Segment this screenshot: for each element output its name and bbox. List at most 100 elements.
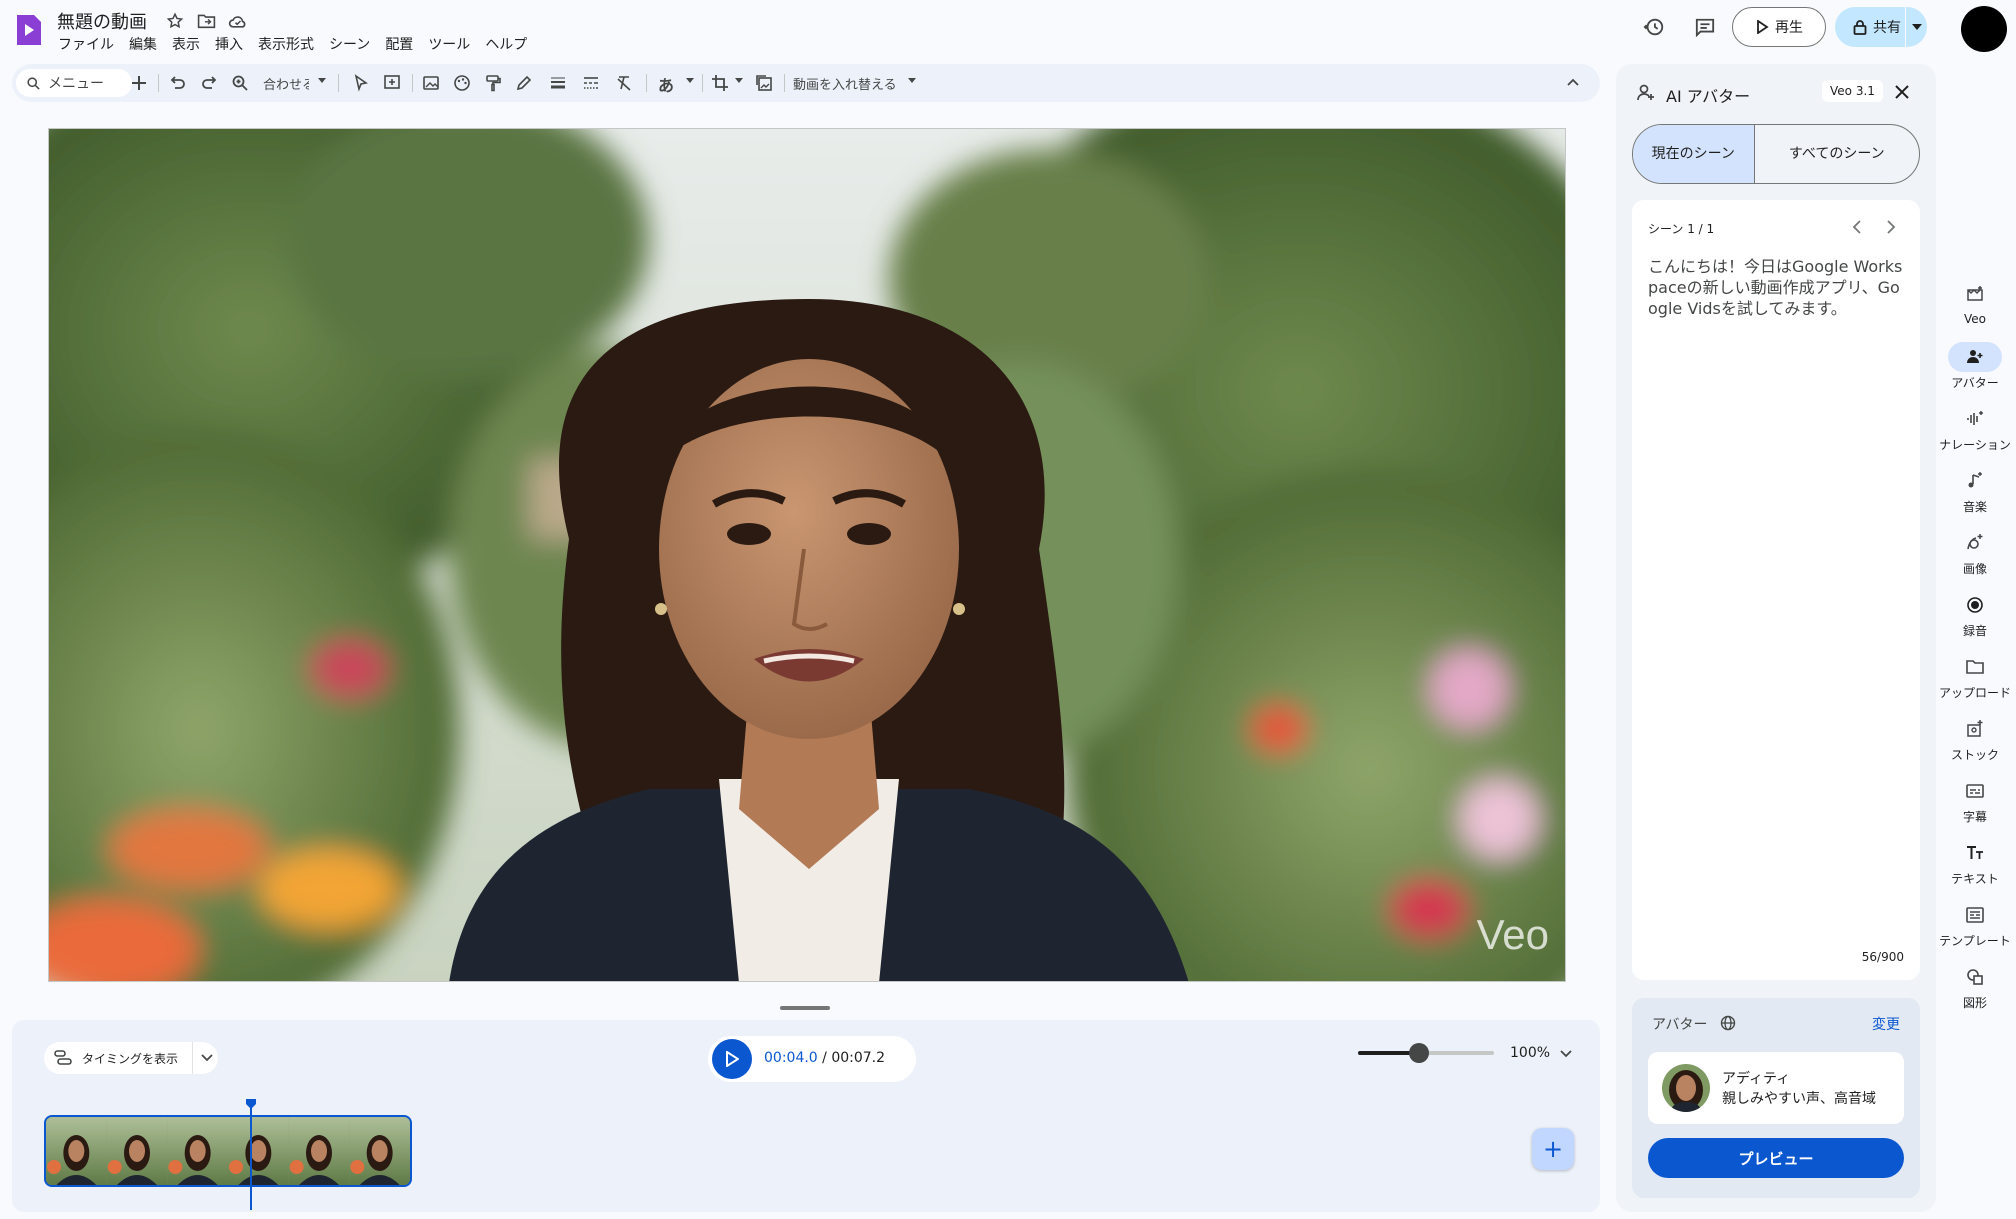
script-text-input[interactable]: こんにちは！今日はGoogle Workspaceの新しい動画作成アプリ、Goo… [1648,256,1906,319]
menu-format[interactable]: 表示形式 [258,34,314,54]
chevron-down-icon[interactable] [201,1054,213,1062]
undo-icon[interactable] [169,74,187,92]
font-select-icon[interactable]: あ [658,72,676,95]
scene-clip[interactable] [44,1115,412,1187]
total-time: / 00:07.2 [822,1050,886,1066]
slider-thumb[interactable] [1409,1043,1430,1063]
tab-all-scenes[interactable]: すべてのシーン [1753,125,1920,183]
preview-button[interactable]: プレビュー [1648,1138,1904,1178]
zoom-percent-select[interactable]: 100% [1510,1045,1550,1061]
menu-scene[interactable]: シーン [329,34,370,54]
selected-avatar[interactable]: アディティ 親しみやすい声、高音域 [1648,1052,1904,1124]
rail-label: テンプレート [1939,934,2011,948]
menu-insert[interactable]: 挿入 [215,34,243,54]
time-readout: 00:04.0 / 00:07.2 [764,1050,885,1066]
resize-handle[interactable] [780,1006,830,1010]
menu-view[interactable]: 表示 [172,34,200,54]
rail-item-captions[interactable]: 字幕 [1935,776,2015,825]
rail-label: ストック [1950,748,1999,762]
share-button[interactable]: 共有 [1835,7,1905,47]
version-history-icon[interactable] [1643,16,1665,38]
video-canvas[interactable]: Veo [48,128,1566,982]
veo-watermark: Veo [1477,911,1549,958]
move-folder-icon[interactable] [197,12,216,30]
vids-logo-icon[interactable] [14,12,44,48]
zoom-fit-select[interactable]: 合わせる [263,74,309,93]
paint-format-icon[interactable] [484,74,502,92]
scene-scope-tabs: 現在のシーン すべてのシーン [1632,124,1920,184]
script-editor-card: シーン 1 / 1 こんにちは！今日はGoogle Workspaceの新しい動… [1632,200,1920,980]
add-icon[interactable] [130,74,148,92]
caret-down-icon [908,78,926,96]
account-avatar[interactable] [1961,6,2007,52]
rail-item-shapes[interactable]: 図形 [1935,962,2015,1011]
replace-image-icon[interactable] [755,74,773,92]
rail-label: 音楽 [1962,500,1987,514]
chevron-right-icon[interactable] [1886,220,1896,234]
folder-icon [1948,652,2002,682]
redo-icon[interactable] [200,74,218,92]
crop-icon[interactable] [711,74,729,92]
rail-item-image-add[interactable]: 画像 [1935,528,2015,577]
menu-tools[interactable]: ツール [428,34,470,54]
timing-icon [54,1050,72,1065]
narration-icon [1948,404,2002,434]
document-title[interactable]: 無題の動画 [57,8,147,34]
menu-help[interactable]: ヘルプ [485,34,527,54]
menu-file[interactable]: ファイル [58,34,114,54]
search-icon [27,76,40,90]
avatar-name: アディティ [1722,1071,1791,1087]
image-icon[interactable] [422,74,440,92]
star-icon[interactable] [166,12,184,30]
menu-search[interactable]: メニュー [16,69,132,97]
line-dash-icon[interactable] [582,74,600,92]
rail-item-music[interactable]: 音楽 [1935,466,2015,515]
playhead[interactable] [250,1100,252,1210]
play-icon [726,1051,739,1067]
text-box-icon[interactable] [383,74,401,92]
collapse-toolbar-icon[interactable] [1564,74,1582,92]
chevron-left-icon[interactable] [1852,220,1862,234]
rail-item-narration[interactable]: ナレーション [1935,404,2015,453]
rail-item-text[interactable]: テキスト [1935,838,2015,887]
globe-icon[interactable] [1720,1015,1736,1031]
search-placeholder: メニュー [48,76,104,92]
avatar-panel-icon [1636,84,1656,102]
show-timing-button[interactable]: タイミングを表示 [44,1042,218,1074]
comments-icon[interactable] [1694,17,1716,37]
caret-down-icon [735,78,753,96]
timeline-play-button[interactable] [712,1039,752,1079]
pen-icon[interactable] [515,74,533,92]
menu-arrange[interactable]: 配置 [385,34,413,54]
play-button[interactable]: 再生 [1732,7,1826,47]
rail-label: 画像 [1962,562,1987,576]
menu-edit[interactable]: 編集 [129,34,157,54]
change-avatar-link[interactable]: 変更 [1872,1014,1900,1034]
cloud-saved-icon[interactable] [228,12,248,30]
line-weight-icon[interactable] [549,74,567,92]
play-icon [1757,20,1769,34]
playhead-marker-icon[interactable] [245,1098,257,1110]
text-icon [1948,838,2002,868]
replace-video-button[interactable]: 動画を入れ替える [793,74,897,93]
rail-item-record[interactable]: 録音 [1935,590,2015,639]
avatar-section-label: アバター [1652,1017,1708,1033]
timeline-zoom-slider[interactable] [1358,1040,1494,1066]
rail-item-veo[interactable]: Veo [1935,280,2015,326]
add-scene-button[interactable]: + [1532,1128,1574,1170]
select-cursor-icon[interactable] [352,74,370,92]
clear-format-icon[interactable] [615,74,633,92]
rail-item-folder[interactable]: アップロード [1935,652,2015,701]
rail-item-template[interactable]: テンプレート [1935,900,2015,949]
close-icon[interactable] [1894,84,1910,100]
rail-item-avatar-add[interactable]: アバター [1935,342,2015,391]
playback-controls: 00:04.0 / 00:07.2 [708,1036,916,1082]
avatar-thumbnail [1662,1064,1710,1112]
palette-icon[interactable] [453,74,471,92]
share-button-group: 共有 [1835,7,1927,47]
chevron-down-icon[interactable] [1560,1050,1572,1058]
tab-current-scene[interactable]: 現在のシーン [1633,125,1754,183]
rail-item-stock[interactable]: ストック [1935,714,2015,763]
share-dropdown-button[interactable] [1906,7,1927,47]
zoom-icon[interactable] [231,74,249,92]
